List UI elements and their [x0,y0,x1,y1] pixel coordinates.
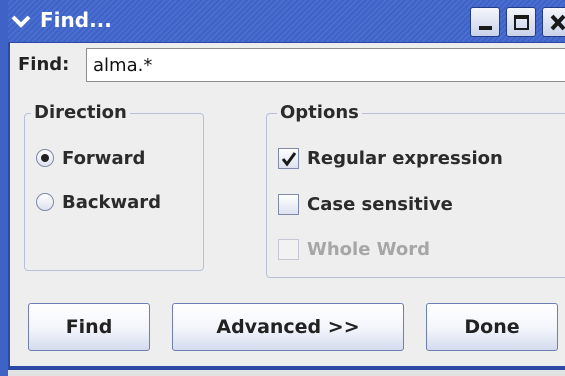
minimize-button[interactable] [470,7,500,37]
find-dialog: Find... Find: Direction Forward Ba [0,0,565,376]
window-bottom-shade [8,370,565,376]
radio-backward-label: Backward [62,191,162,213]
window-title: Find... [40,8,112,32]
find-input[interactable] [86,48,565,82]
checkbox-unchecked[interactable] [278,193,299,215]
advanced-button[interactable]: Advanced >> [172,303,404,351]
checkbox-checked[interactable] [278,147,299,169]
checkbox-whole-word: Whole Word [278,235,430,263]
radio-forward-label: Forward [62,147,146,169]
window-left-border-inner [8,42,10,376]
direction-group-title: Direction [31,100,130,126]
chevron-down-icon[interactable] [10,10,32,32]
find-label: Find: [18,54,70,75]
options-group-title: Options [277,100,362,126]
title-bar[interactable]: Find... [8,0,565,43]
checkbox-regular-expression[interactable]: Regular expression [278,144,503,172]
close-button[interactable] [542,7,565,37]
checkbox-case-sensitive[interactable]: Case sensitive [278,190,453,218]
find-button[interactable]: Find [28,303,150,351]
radio-backward[interactable]: Backward [36,188,161,216]
window-left-border [0,0,8,376]
regular-expression-label: Regular expression [307,147,503,169]
checkmark-icon [281,151,297,166]
maximize-button[interactable] [506,7,536,37]
minimize-icon [479,26,492,30]
radio-forward[interactable]: Forward [36,144,145,172]
done-button[interactable]: Done [426,303,558,351]
checkbox-disabled [278,238,299,260]
case-sensitive-label: Case sensitive [307,193,453,215]
maximize-icon [514,15,529,30]
radio-button-unchecked[interactable] [36,193,54,211]
whole-word-label: Whole Word [307,238,431,260]
radio-button-checked[interactable] [36,149,54,167]
close-icon [550,14,565,31]
